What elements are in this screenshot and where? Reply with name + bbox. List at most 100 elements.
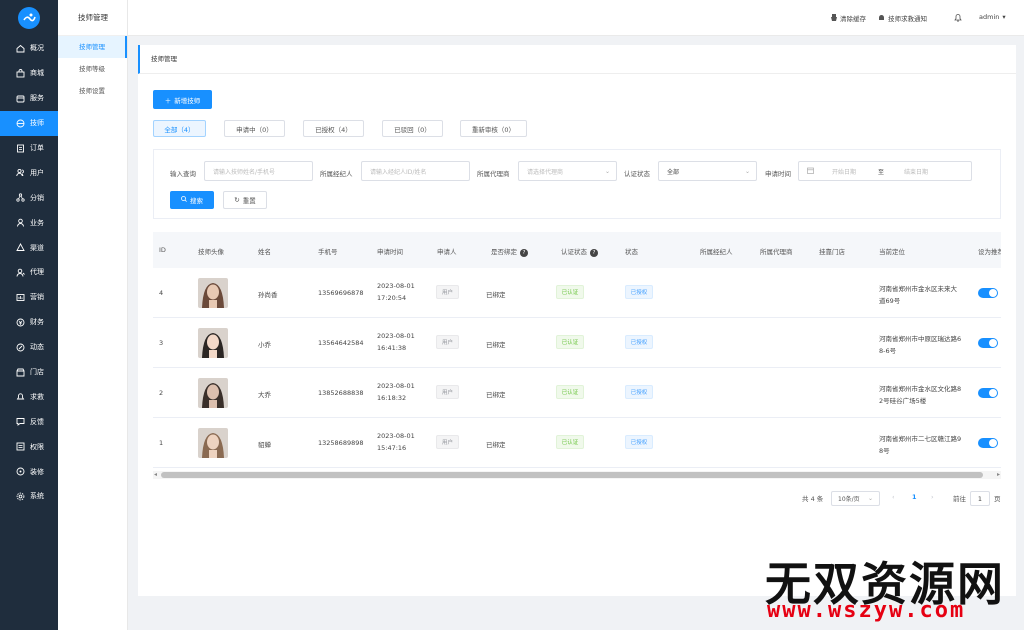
page-number-current[interactable]: 1 bbox=[912, 493, 917, 501]
goto-page-input[interactable]: 1 bbox=[970, 491, 990, 506]
tab-all[interactable]: 全部（4） bbox=[153, 120, 206, 137]
sidebar-item-finance[interactable]: 财务 bbox=[0, 310, 58, 335]
submenu-item-technician-settings[interactable]: 技师设置 bbox=[58, 80, 127, 102]
clear-cache-label: 清除缓存 bbox=[840, 15, 866, 23]
submenu-item-technician-manage[interactable]: 技师管理 bbox=[58, 36, 127, 58]
broker-input[interactable]: 请输入经纪人ID/姓名 bbox=[361, 161, 470, 181]
horizontal-scrollbar[interactable]: ◂ ▸ bbox=[153, 471, 1001, 479]
channel-icon bbox=[15, 243, 25, 253]
col-applicant: 申请人 bbox=[437, 248, 457, 256]
notification-bell-button[interactable] bbox=[954, 13, 962, 24]
sidebar-item-technician[interactable]: 技师 bbox=[0, 110, 58, 136]
page-size-value: 10条/页 bbox=[838, 496, 860, 503]
cell-location-line1: 河南省郑州市金水区未来大 bbox=[879, 285, 957, 293]
site-watermark: 无双资源网 www.wszyw.com bbox=[765, 548, 1024, 630]
cell-location-line1: 河南省郑州市金水区文化路8 bbox=[879, 385, 962, 393]
recommend-toggle[interactable] bbox=[978, 438, 998, 448]
cell-apply-date: 2023-08-01 bbox=[377, 282, 415, 290]
marketing-icon bbox=[15, 292, 25, 302]
scrollbar-thumb[interactable] bbox=[161, 472, 983, 478]
technician-avatar[interactable] bbox=[198, 278, 228, 308]
query-label: 输入查询 bbox=[170, 170, 196, 178]
search-button-label: 搜索 bbox=[190, 197, 203, 205]
sidebar-item-users[interactable]: 用户 bbox=[0, 160, 58, 185]
main-card: 技师管理 ＋ 新增技师 全部（4） 申请中（0） 已授权（4） 已驳回（0） 重… bbox=[138, 45, 1016, 596]
status-badge: 已授权 bbox=[625, 385, 653, 399]
agent-select[interactable]: 请选择代理商 ⌄ bbox=[518, 161, 617, 181]
prev-page-button[interactable]: ‹ bbox=[892, 493, 895, 501]
filter-panel: 输入查询 请输入技师姓名/手机号 所属经纪人 请输入经纪人ID/姓名 所属代理商… bbox=[153, 149, 1001, 219]
sidebar-item-store[interactable]: 商城 bbox=[0, 61, 58, 86]
col-location: 当前定位 bbox=[879, 248, 905, 256]
reset-button[interactable]: ↻ 重置 bbox=[223, 191, 267, 209]
sidebar-item-distribution[interactable]: 分销 bbox=[0, 185, 58, 210]
cell-name: 貂蝉 bbox=[258, 441, 271, 449]
technician-avatar[interactable] bbox=[198, 378, 228, 408]
sidebar-item-dynamic[interactable]: 动态 bbox=[0, 335, 58, 360]
scroll-left-icon[interactable]: ◂ bbox=[154, 471, 157, 478]
submenu-item-technician-level[interactable]: 技师等级 bbox=[58, 58, 127, 80]
users-icon bbox=[15, 168, 25, 178]
sidebar-item-service[interactable]: 服务 bbox=[0, 86, 58, 111]
cell-bound: 已绑定 bbox=[486, 291, 506, 299]
sidebar-item-business[interactable]: 业务 bbox=[0, 210, 58, 235]
help-icon[interactable]: ? bbox=[520, 249, 528, 257]
sidebar-item-permission[interactable]: 权限 bbox=[0, 434, 58, 459]
cell-id: 2 bbox=[159, 389, 164, 397]
next-page-button[interactable]: › bbox=[931, 493, 934, 501]
settings-icon bbox=[15, 491, 25, 501]
sidebar-item-label: 代理 bbox=[30, 268, 44, 277]
sidebar-item-settings[interactable]: 系统 bbox=[0, 484, 58, 509]
cell-bound: 已绑定 bbox=[486, 341, 506, 349]
sidebar-item-label: 权限 bbox=[30, 442, 44, 451]
technician-avatar[interactable] bbox=[198, 328, 228, 358]
logo[interactable] bbox=[0, 0, 58, 36]
sidebar-item-label: 装修 bbox=[30, 467, 44, 476]
cell-bound: 已绑定 bbox=[486, 391, 506, 399]
recommend-toggle[interactable] bbox=[978, 388, 998, 398]
tab-rejected[interactable]: 已驳回（0） bbox=[382, 120, 443, 137]
sidebar-item-label: 概况 bbox=[30, 44, 44, 53]
tab-re-review[interactable]: 重新审核（0） bbox=[460, 120, 527, 137]
col-broker: 所属经纪人 bbox=[700, 248, 733, 256]
user-menu[interactable]: admin ▾ bbox=[979, 13, 1006, 21]
scroll-right-icon[interactable]: ▸ bbox=[997, 471, 1000, 478]
sidebar-item-label: 用户 bbox=[30, 168, 44, 177]
sidebar-item-shop[interactable]: 门店 bbox=[0, 360, 58, 385]
cell-apply-time: 17:20:54 bbox=[377, 294, 407, 302]
business-icon bbox=[15, 218, 25, 228]
chevron-down-icon: ⌄ bbox=[744, 168, 750, 175]
recommend-toggle[interactable] bbox=[978, 338, 998, 348]
cell-name: 小乔 bbox=[258, 341, 271, 349]
query-input[interactable]: 请输入技师姓名/手机号 bbox=[204, 161, 313, 181]
sidebar-item-marketing[interactable]: 营销 bbox=[0, 285, 58, 310]
sidebar-item-home[interactable]: 概况 bbox=[0, 36, 58, 61]
recommend-toggle[interactable] bbox=[978, 288, 998, 298]
sos-notice-button[interactable]: 技师求救通知 bbox=[878, 13, 927, 23]
date-range-picker[interactable]: 开始日期 至 结束日期 bbox=[798, 161, 972, 181]
tab-authorized[interactable]: 已授权（4） bbox=[303, 120, 364, 137]
sidebar-item-label: 渠道 bbox=[30, 243, 44, 252]
sidebar-item-bell[interactable]: 求救 bbox=[0, 384, 58, 409]
sidebar-item-agent[interactable]: 代理 bbox=[0, 260, 58, 285]
tab-applying[interactable]: 申请中（0） bbox=[224, 120, 285, 137]
add-technician-label: 新增技师 bbox=[174, 96, 201, 105]
range-separator: 至 bbox=[878, 168, 885, 176]
clear-cache-button[interactable]: 清除缓存 bbox=[831, 13, 866, 23]
col-phone: 手机号 bbox=[318, 248, 338, 256]
col-agent: 所属代理商 bbox=[760, 248, 793, 256]
technician-icon bbox=[15, 118, 25, 128]
sidebar-item-channel[interactable]: 渠道 bbox=[0, 235, 58, 260]
technician-avatar[interactable] bbox=[198, 428, 228, 458]
page-size-select[interactable]: 10条/页 ⌄ bbox=[831, 491, 880, 506]
auth-status-select[interactable]: 全部 ⌄ bbox=[658, 161, 757, 181]
help-icon[interactable]: ? bbox=[590, 249, 598, 257]
add-technician-button[interactable]: ＋ 新增技师 bbox=[153, 90, 212, 109]
sidebar-item-feedback[interactable]: 反馈 bbox=[0, 409, 58, 434]
sidebar-item-order[interactable]: 订单 bbox=[0, 136, 58, 161]
agent-icon bbox=[15, 267, 25, 277]
search-button[interactable]: 搜索 bbox=[170, 191, 214, 209]
sidebar-item-decorate[interactable]: 装修 bbox=[0, 459, 58, 484]
col-auth-status: 认证状态? bbox=[561, 246, 598, 257]
apply-time-label: 申请时间 bbox=[765, 170, 791, 178]
